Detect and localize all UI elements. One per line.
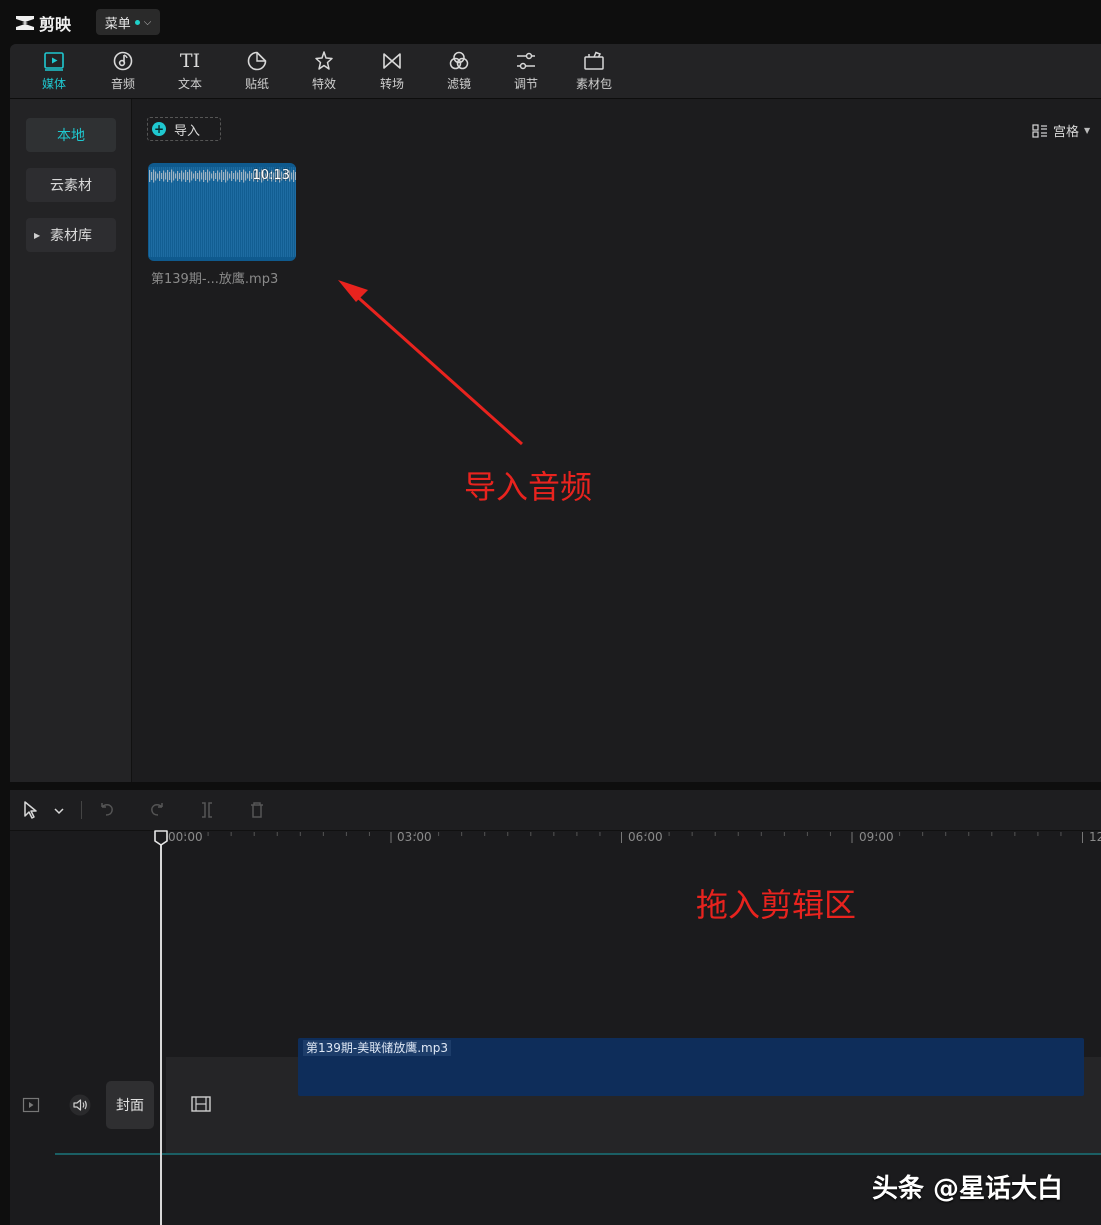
audio-icon [113,51,133,71]
annotation-drag-to-timeline: 拖入剪辑区 [696,886,857,924]
caret-down-icon: ▼ [1084,126,1091,135]
ruler-tick-label: 09:00 [859,830,894,844]
text-icon: TI [179,50,201,72]
chevron-down-icon: ⌵ [143,16,152,28]
adjust-icon [517,52,535,70]
menu-label: 菜单 [104,16,131,32]
tab-media[interactable]: 媒体 [26,44,82,98]
delete-icon[interactable] [246,799,268,821]
media-sidebar: 本地 云素材 ▶ 素材库 [10,99,132,782]
undo-icon[interactable] [96,799,118,821]
tab-sticker[interactable]: 贴纸 [229,44,285,98]
sidebar-item-local[interactable]: 本地 [26,118,116,152]
tab-effects[interactable]: 特效 [296,44,352,98]
view-mode-label: 宫格 [1053,125,1080,140]
app-name: 剪映 [39,15,72,34]
caret-right-icon: ▶ [34,230,41,240]
grid-view-icon [1032,123,1047,138]
menu-button[interactable]: 菜单 ⌵ [96,9,160,35]
tab-adjust[interactable]: 调节 [498,44,554,98]
ruler-tick-label: 06:00 [628,830,663,844]
tab-label: 媒体 [41,77,66,91]
tab-audio[interactable]: 音频 [95,44,151,98]
redo-icon[interactable] [146,799,168,821]
tab-label: 调节 [513,77,538,91]
media-item-name: 第139期-...放鹰.mp3 [151,272,279,287]
tab-label: 转场 [379,77,404,91]
tab-label: 音频 [110,77,135,91]
sidebar-item-label: 素材库 [50,228,92,244]
media-duration: 10:13 [252,168,290,183]
chevron-down-icon[interactable] [50,799,68,821]
media-panel [10,44,1101,782]
tab-label: 文本 [177,77,202,91]
tab-label: 贴纸 [244,77,269,91]
timeline-panel [10,790,1101,1225]
tab-asset-pack[interactable]: 素材包 [566,44,622,98]
notification-dot-icon [134,19,140,25]
media-item-card[interactable]: 10:13 [148,163,296,261]
ruler-tick-label: 00:00 [168,830,203,844]
effects-icon [315,51,333,70]
watermark: 头条 @星话大白 [872,1174,1064,1204]
track-divider [55,1153,1101,1155]
playhead-line[interactable] [160,838,162,1225]
view-mode-dropdown[interactable]: 宫格 ▼ [1032,121,1090,140]
media-icon [44,52,64,71]
sidebar-item-label: 云素材 [50,178,92,194]
split-icon[interactable] [196,799,218,821]
ruler-tick-label: 12 [1089,830,1101,844]
sticker-icon [247,51,267,71]
sidebar-item-cloud[interactable]: 云素材 [26,168,116,202]
import-label: 导入 [174,123,201,139]
tool-tabs: 媒体 音频 TI 文本 贴纸 特效 转场 滤镜 调节 素材包 [10,44,1101,99]
import-button[interactable]: + 导入 [147,117,221,141]
filter-icon [449,51,469,70]
asset-pack-icon [584,51,604,70]
tab-label: 特效 [311,77,336,91]
film-strip-icon[interactable] [190,1095,212,1113]
app-logo: 剪映 [14,11,71,35]
capcut-logo-icon [16,16,34,30]
toolbar-divider [81,801,82,819]
tab-label: 滤镜 [446,77,471,91]
track-preview-icon[interactable] [22,1097,40,1113]
sidebar-item-library[interactable]: ▶ 素材库 [26,218,116,252]
annotation-import-audio: 导入音频 [464,468,593,506]
title-bar [0,0,1101,44]
timeline-toolbar [10,790,1101,831]
transition-icon [383,53,401,69]
ruler-tick-label: 03:00 [397,830,432,844]
playhead-handle[interactable] [154,830,168,846]
cover-label: 封面 [116,1098,144,1114]
plus-icon: + [152,122,166,136]
sidebar-item-label: 本地 [57,128,85,144]
select-tool-icon[interactable] [20,799,42,821]
mute-audio-icon[interactable] [68,1094,92,1116]
tab-label: 素材包 [575,77,612,91]
tab-transition[interactable]: 转场 [364,44,420,98]
cover-button[interactable]: 封面 [106,1081,154,1129]
tab-filter[interactable]: 滤镜 [431,44,487,98]
audio-clip-label: 第139期-美联储放鹰.mp3 [303,1040,451,1056]
tab-text[interactable]: TI 文本 [162,44,218,98]
